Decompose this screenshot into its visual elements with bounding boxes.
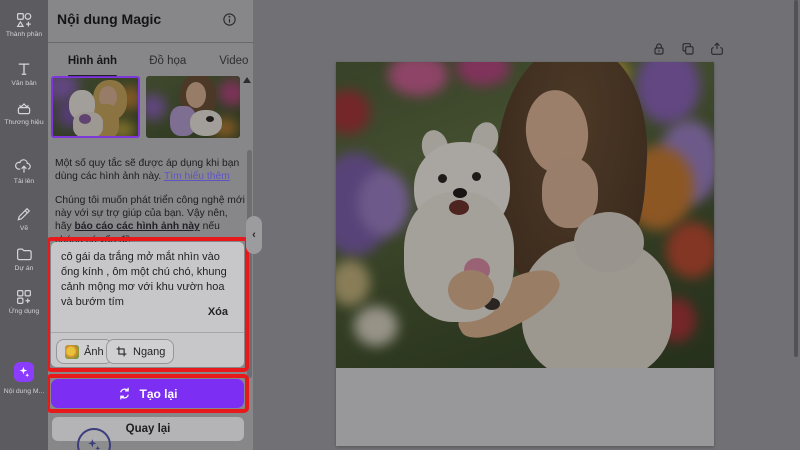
lock-button[interactable] (651, 41, 667, 57)
tab-images[interactable]: Hình ảnh (66, 52, 119, 77)
scroll-up-arrow[interactable] (243, 77, 251, 83)
annotation-box-generate: Tạo lại (46, 374, 249, 413)
info-icon (223, 13, 236, 26)
rules-notice: Một số quy tắc sẽ được áp dụng khi bạn d… (55, 157, 247, 183)
sidebar-item-label: Thành phần (5, 31, 43, 38)
sidebar-item-uploads[interactable]: Tải lên (0, 158, 48, 186)
media-type-chip[interactable]: Ảnh (56, 339, 113, 364)
panel-divider (48, 42, 253, 43)
report-images-link[interactable]: báo cáo các hình ảnh này (74, 221, 199, 232)
draw-icon (17, 207, 31, 221)
crop-landscape-icon (116, 346, 127, 357)
info-button[interactable] (222, 12, 237, 27)
generated-image[interactable] (336, 62, 714, 368)
tab-graphics[interactable]: Đồ họa (145, 52, 191, 74)
annotation-box-prompt: cô gái da trắng mở mắt nhìn vào ống kính… (46, 237, 249, 372)
refresh-icon (120, 387, 130, 400)
sidebar-item-label: Thương hiệu (4, 119, 44, 126)
sidebar-item-label: Vẽ (19, 225, 29, 232)
sidebar-item-magic-media[interactable]: Nội dung M... (0, 362, 48, 396)
sidebar-item-draw[interactable]: Vẽ (0, 205, 48, 233)
magic-media-icon (14, 362, 34, 382)
sidebar-item-brand[interactable]: Thương hiệu (0, 99, 48, 127)
duplicate-page-button[interactable] (680, 41, 696, 57)
sidebar-item-label: Tải lên (13, 178, 35, 185)
page-controls (651, 41, 725, 57)
upload-icon (15, 159, 31, 173)
image-dim-overlay (336, 62, 714, 368)
lock-icon (654, 43, 664, 55)
photo-thumbnail-icon (65, 344, 79, 359)
sidebar-item-apps[interactable]: Ứng dụng (0, 288, 48, 316)
prompt-input[interactable]: cô gái da trắng mở mắt nhìn vào ống kính… (61, 250, 233, 310)
card-divider (51, 332, 244, 333)
learn-more-link[interactable]: Tìm hiểu thêm (164, 171, 230, 182)
export-icon (711, 42, 723, 55)
elements-icon (16, 12, 32, 27)
orientation-label: Ngang (133, 345, 166, 358)
export-button[interactable] (709, 41, 725, 57)
media-type-label: Ảnh (84, 345, 104, 358)
result-thumbnail[interactable] (146, 76, 240, 138)
orientation-chip[interactable]: Ngang (106, 339, 175, 364)
sidebar-item-label: Dự án (14, 265, 34, 272)
canvas-workspace (253, 0, 800, 450)
sidebar-item-label: Văn bản (11, 80, 37, 87)
text-icon (18, 63, 30, 75)
magic-media-panel: Nội dung Magic Hình ảnh Đồ họa Video Một… (46, 0, 262, 450)
chevron-left-icon: ‹ (252, 229, 256, 241)
sidebar-item-label: Ứng dụng (8, 308, 40, 315)
sidebar-item-elements[interactable]: Thành phần (0, 11, 48, 39)
clear-prompt-button[interactable]: Xóa (208, 306, 228, 318)
window-scrollbar[interactable] (794, 0, 798, 357)
result-thumbnail-selected[interactable] (51, 76, 140, 138)
panel-header: Nội dung Magic (57, 11, 247, 33)
prompt-card: cô gái da trắng mở mắt nhìn vào ống kính… (51, 242, 244, 367)
side-rail: Thành phần Văn bản Thương hiệu Tải lên V… (0, 0, 48, 450)
panel-title: Nội dung Magic (57, 11, 162, 27)
regenerate-label: Tạo lại (139, 386, 178, 401)
duplicate-icon (682, 43, 694, 55)
app-screen: Thành phần Văn bản Thương hiệu Tải lên V… (0, 0, 800, 450)
back-label: Quay lại (125, 423, 171, 435)
brand-icon (17, 103, 31, 115)
regenerate-button[interactable]: Tạo lại (51, 379, 244, 408)
sidebar-item-text[interactable]: Văn bản (0, 60, 48, 88)
sidebar-item-label: Nội dung M... (3, 388, 45, 395)
panel-tabs: Hình ảnh Đồ họa Video (48, 52, 253, 77)
apps-icon (17, 290, 31, 304)
panel-collapse-handle[interactable]: ‹ (246, 216, 262, 254)
projects-icon (17, 248, 32, 261)
sidebar-item-projects[interactable]: Dự án (0, 245, 48, 273)
tab-video[interactable]: Video (215, 52, 253, 74)
design-page[interactable] (336, 62, 714, 446)
sparkles-icon (88, 439, 101, 450)
